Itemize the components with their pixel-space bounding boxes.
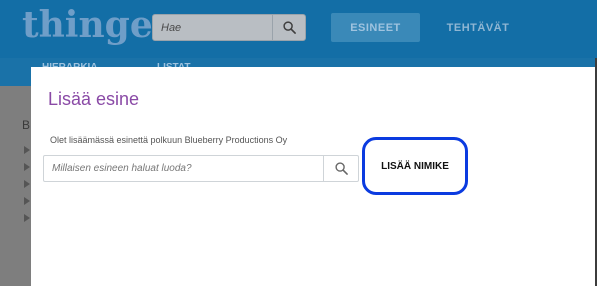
dialog-title: Lisää esine bbox=[48, 89, 140, 109]
tree-expand-icon[interactable] bbox=[24, 214, 30, 222]
tree-expand-icon[interactable] bbox=[24, 163, 30, 171]
global-search bbox=[152, 14, 306, 41]
tree-expand-icon[interactable] bbox=[24, 180, 30, 188]
sidebar-tree-label: B bbox=[22, 118, 31, 132]
app-header: thinger ESINEET TEHTÄVÄT bbox=[0, 0, 597, 58]
item-type-search bbox=[43, 155, 359, 182]
tree-expand-icon[interactable] bbox=[24, 197, 30, 205]
item-type-search-input[interactable] bbox=[44, 156, 324, 181]
nav-items-tab[interactable]: ESINEET bbox=[331, 13, 420, 42]
add-name-button[interactable]: LISÄÄ NIMIKE bbox=[362, 137, 468, 195]
add-item-dialog: Lisää esine Olet lisäämässä esinettä pol… bbox=[31, 67, 595, 286]
global-search-button[interactable] bbox=[272, 15, 305, 40]
tree-expand-icon[interactable] bbox=[24, 146, 30, 154]
search-icon bbox=[334, 162, 348, 175]
item-type-search-button[interactable] bbox=[323, 156, 358, 181]
nav-tasks-tab[interactable]: TEHTÄVÄT bbox=[432, 13, 524, 42]
search-icon bbox=[282, 21, 296, 34]
dialog-path-info: Olet lisäämässä esinettä polkuun Blueber… bbox=[50, 135, 288, 145]
global-search-input[interactable] bbox=[153, 15, 275, 40]
thinger-logo: thinger bbox=[22, 4, 172, 46]
